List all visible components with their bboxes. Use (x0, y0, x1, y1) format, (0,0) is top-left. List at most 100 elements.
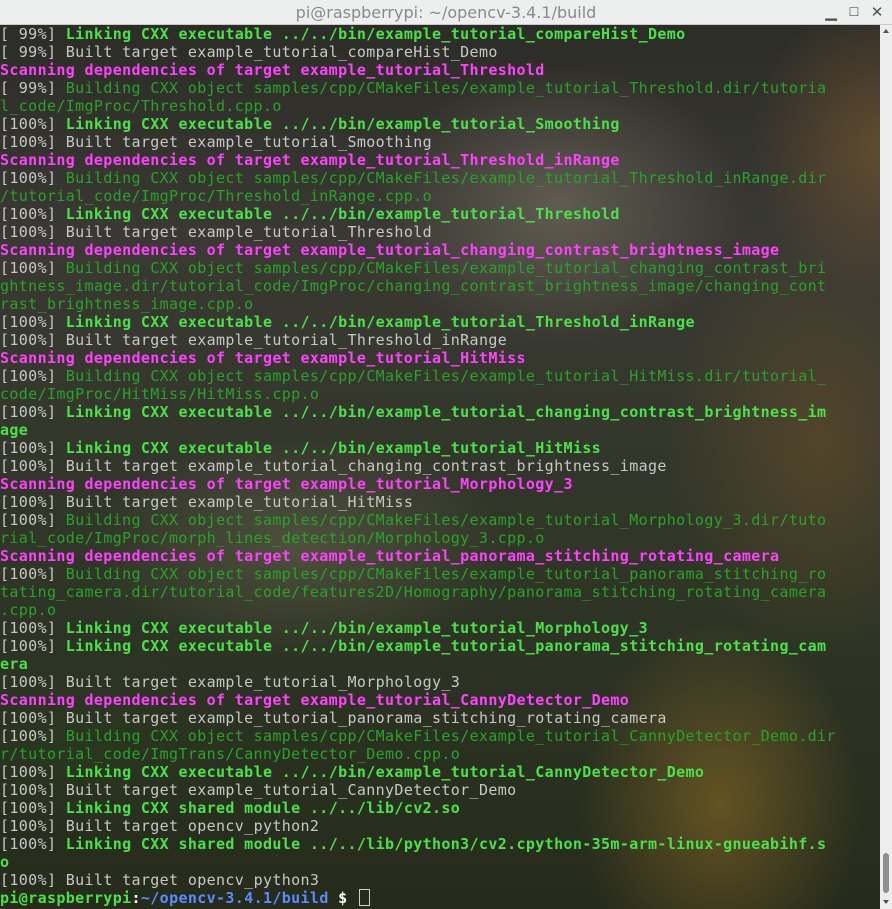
terminal-line: rast_brightness_image.cpp.o (0, 295, 836, 313)
terminal-text-segment: l_code/ImgProc/Threshold.cpp.o (0, 97, 282, 115)
terminal-line: Scanning dependencies of target example_… (0, 691, 836, 709)
terminal-text-segment: [100%] (0, 673, 66, 691)
terminal-line: code/ImgProc/HitMiss/HitMiss.cpp.o (0, 385, 836, 403)
terminal-text-segment: Built target opencv_python2 (65, 817, 320, 835)
terminal-output[interactable]: [ 99%] Linking CXX executable ../../bin/… (0, 25, 880, 909)
terminal-line: [100%] Built target example_tutorial_Smo… (0, 133, 836, 151)
terminal-line: Scanning dependencies of target example_… (0, 349, 836, 367)
terminal-text-segment: [100%] (0, 709, 66, 727)
terminal-text-segment: [100%] (0, 835, 66, 853)
window-title: pi@raspberrypi: ~/opencv-3.4.1/build (295, 3, 597, 22)
terminal-text-segment: [100%] (0, 133, 66, 151)
terminal-line: [100%] Built target example_tutorial_Thr… (0, 331, 836, 349)
terminal-text-segment: [100%] (0, 169, 66, 187)
terminal-text-segment: Built target example_tutorial_Threshold (65, 223, 432, 241)
terminal-text-segment: Scanning dependencies of target example_… (0, 151, 620, 169)
close-icon[interactable]: ✕ (868, 3, 886, 21)
terminal-text-segment: rial_code/ImgProc/morph_lines_detection/… (0, 529, 545, 547)
terminal-line: [100%] Linking CXX shared module ../../l… (0, 835, 836, 853)
terminal-text-segment: Built target opencv_python3 (65, 871, 320, 889)
terminal-line: [100%] Linking CXX executable ../../bin/… (0, 637, 836, 655)
terminal-line: [100%] Linking CXX executable ../../bin/… (0, 763, 836, 781)
terminal-text-segment: tating_camera.dir/tutorial_code/features… (0, 583, 827, 601)
terminal-line: [100%] Linking CXX executable ../../bin/… (0, 403, 836, 421)
text-cursor (358, 889, 370, 906)
terminal-text-segment: Built target example_tutorial_CannyDetec… (65, 781, 517, 799)
terminal-text-segment: [100%] (0, 727, 66, 745)
terminal-text-segment: [100%] (0, 493, 66, 511)
terminal-line: o (0, 853, 836, 871)
prompt-path: ~/opencv-3.4.1/build (140, 889, 329, 907)
terminal-text-segment: [100%] (0, 439, 66, 457)
terminal-line: [100%] Built target example_tutorial_Can… (0, 781, 836, 799)
terminal-line: l_code/ImgProc/Threshold.cpp.o (0, 97, 836, 115)
terminal-text-segment: [100%] (0, 259, 66, 277)
terminal-line: /tutorial_code/ImgProc/Threshold_inRange… (0, 187, 836, 205)
terminal-line: tating_camera.dir/tutorial_code/features… (0, 583, 836, 601)
scroll-down-arrow-icon[interactable] (880, 897, 892, 907)
terminal-text-segment: Linking CXX executable ../../bin/example… (65, 619, 648, 637)
prompt-separator: : (131, 889, 141, 907)
terminal-text-segment: Built target example_tutorial_Morphology… (65, 673, 461, 691)
terminal-line: [100%] Built target example_tutorial_cha… (0, 457, 836, 475)
terminal-line: Scanning dependencies of target example_… (0, 547, 836, 565)
terminal-text-segment: [100%] (0, 457, 66, 475)
prompt-symbol: $ (328, 889, 357, 907)
terminal-text-segment: Building CXX object samples/cpp/CMakeFil… (65, 79, 827, 97)
terminal-line: Scanning dependencies of target example_… (0, 151, 836, 169)
terminal-text-segment: [ 99%] (0, 25, 66, 43)
shell-prompt-line[interactable]: pi@raspberrypi:~/opencv-3.4.1/build $ (0, 889, 836, 907)
title-bar[interactable]: pi@raspberrypi: ~/opencv-3.4.1/build ▁ ☐… (0, 0, 892, 25)
terminal-text-segment: Linking CXX executable ../../bin/example… (65, 439, 602, 457)
terminal-text-segment: Built target example_tutorial_compareHis… (65, 43, 498, 61)
terminal-line: Scanning dependencies of target example_… (0, 61, 836, 79)
terminal-text-segment: code/ImgProc/HitMiss/HitMiss.cpp.o (0, 385, 320, 403)
terminal-line: [100%] Building CXX object samples/cpp/C… (0, 565, 836, 583)
terminal-text-segment: Scanning dependencies of target example_… (0, 61, 545, 79)
vertical-scrollbar[interactable] (880, 25, 892, 909)
terminal-text-segment: [100%] (0, 763, 66, 781)
terminal-text-segment: [100%] (0, 331, 66, 349)
terminal-line: ghtness_image.dir/tutorial_code/ImgProc/… (0, 277, 836, 295)
terminal-line: [100%] Linking CXX executable ../../bin/… (0, 313, 836, 331)
terminal-text-segment: Building CXX object samples/cpp/CMakeFil… (65, 727, 836, 745)
terminal-text-segment: Linking CXX executable ../../bin/example… (65, 25, 686, 43)
terminal-lines: [ 99%] Linking CXX executable ../../bin/… (0, 25, 836, 907)
terminal-line: [100%] Building CXX object samples/cpp/C… (0, 259, 836, 277)
terminal-text-segment: [100%] (0, 619, 66, 637)
terminal-line: [100%] Built target example_tutorial_Thr… (0, 223, 836, 241)
terminal-line: [ 99%] Building CXX object samples/cpp/C… (0, 79, 836, 97)
scroll-up-arrow-icon[interactable] (880, 27, 892, 37)
terminal-line: [100%] Building CXX object samples/cpp/C… (0, 169, 836, 187)
terminal-line: [100%] Linking CXX executable ../../bin/… (0, 439, 836, 457)
terminal-line: era (0, 655, 836, 673)
terminal-text-segment: Scanning dependencies of target example_… (0, 547, 780, 565)
terminal-text-segment: Built target example_tutorial_panorama_s… (65, 709, 667, 727)
terminal-text-segment: [100%] (0, 403, 66, 421)
terminal-text-segment: Scanning dependencies of target example_… (0, 475, 573, 493)
terminal-text-segment: [100%] (0, 781, 66, 799)
terminal-text-segment: [100%] (0, 313, 66, 331)
terminal-text-segment: Built target example_tutorial_changing_c… (65, 457, 667, 475)
terminal-line: [100%] Linking CXX executable ../../bin/… (0, 619, 836, 637)
terminal-line: Scanning dependencies of target example_… (0, 475, 836, 493)
terminal-text-segment: Built target example_tutorial_HitMiss (65, 493, 414, 511)
terminal-line: r/tutorial_code/ImgTrans/CannyDetector_D… (0, 745, 836, 763)
terminal-text-segment: [100%] (0, 871, 66, 889)
terminal-text-segment: r/tutorial_code/ImgTrans/CannyDetector_D… (0, 745, 461, 763)
terminal-text-segment: [ 99%] (0, 43, 66, 61)
terminal-text-segment: Building CXX object samples/cpp/CMakeFil… (65, 169, 827, 187)
terminal-line: [100%] Building CXX object samples/cpp/C… (0, 727, 836, 745)
terminal-text-segment: Linking CXX executable ../../bin/example… (65, 763, 705, 781)
terminal-text-segment: Built target example_tutorial_Threshold_… (65, 331, 508, 349)
maximize-icon[interactable]: ☐ (845, 3, 863, 21)
terminal-text-segment: /tutorial_code/ImgProc/Threshold_inRange… (0, 187, 432, 205)
terminal-text-segment: Linking CXX executable ../../bin/example… (65, 205, 620, 223)
terminal-text-segment: Linking CXX executable ../../bin/example… (65, 313, 695, 331)
terminal-line: [100%] Built target example_tutorial_Hit… (0, 493, 836, 511)
terminal-line: rial_code/ImgProc/morph_lines_detection/… (0, 529, 836, 547)
terminal-text-segment: Linking CXX executable ../../bin/example… (65, 637, 827, 655)
terminal-text-segment: Building CXX object samples/cpp/CMakeFil… (65, 511, 827, 529)
minimize-icon[interactable]: ▁ (822, 3, 840, 21)
scrollbar-thumb[interactable] (883, 853, 889, 893)
